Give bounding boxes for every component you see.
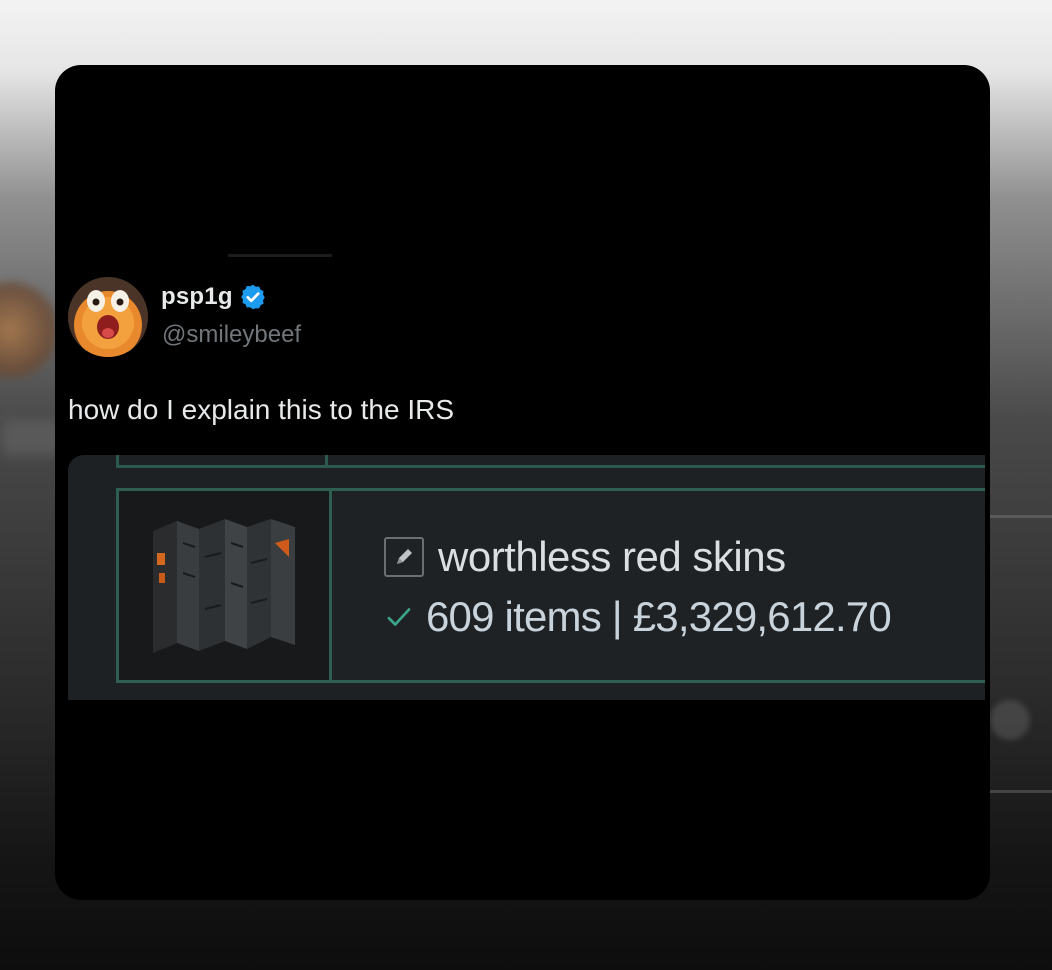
table-border [116,465,985,468]
image-edge [68,700,985,716]
verified-badge-icon [240,284,265,310]
background-blur-line [990,515,1052,518]
inventory-info: worthless red skins 609 items | £3,329,6… [384,533,892,641]
check-icon [387,608,411,626]
background-blur-avatar [0,280,60,380]
display-name-text[interactable]: psp1g [161,283,233,311]
user-handle[interactable]: @smileybeef [162,321,301,349]
storage-units-image [153,519,295,653]
inventory-row: worthless red skins 609 items | £3,329,6… [116,488,985,683]
inventory-summary: 609 items | £3,329,612.70 [426,593,892,640]
inventory-title-row: worthless red skins [384,533,891,581]
inventory-meta-row: 609 items | £3,329,612.70 [384,593,892,641]
tweet-media-image[interactable]: worthless red skins 609 items | £3,329,6… [68,455,985,700]
tweet-card[interactable]: psp1g @smileybeef how do I explain this … [55,65,990,900]
tweet-text: how do I explain this to the IRS [68,394,454,425]
display-name[interactable]: psp1g [161,283,267,311]
background-blur-line [990,790,1052,793]
avatar-image [68,277,148,357]
background-blur-text [2,420,62,456]
background-blur-circle [990,700,1030,740]
inventory-thumbnail [119,491,332,680]
avatar[interactable] [68,277,148,357]
inventory-name: worthless red skins [438,533,786,580]
divider [228,254,332,257]
pencil-icon[interactable] [384,537,424,577]
